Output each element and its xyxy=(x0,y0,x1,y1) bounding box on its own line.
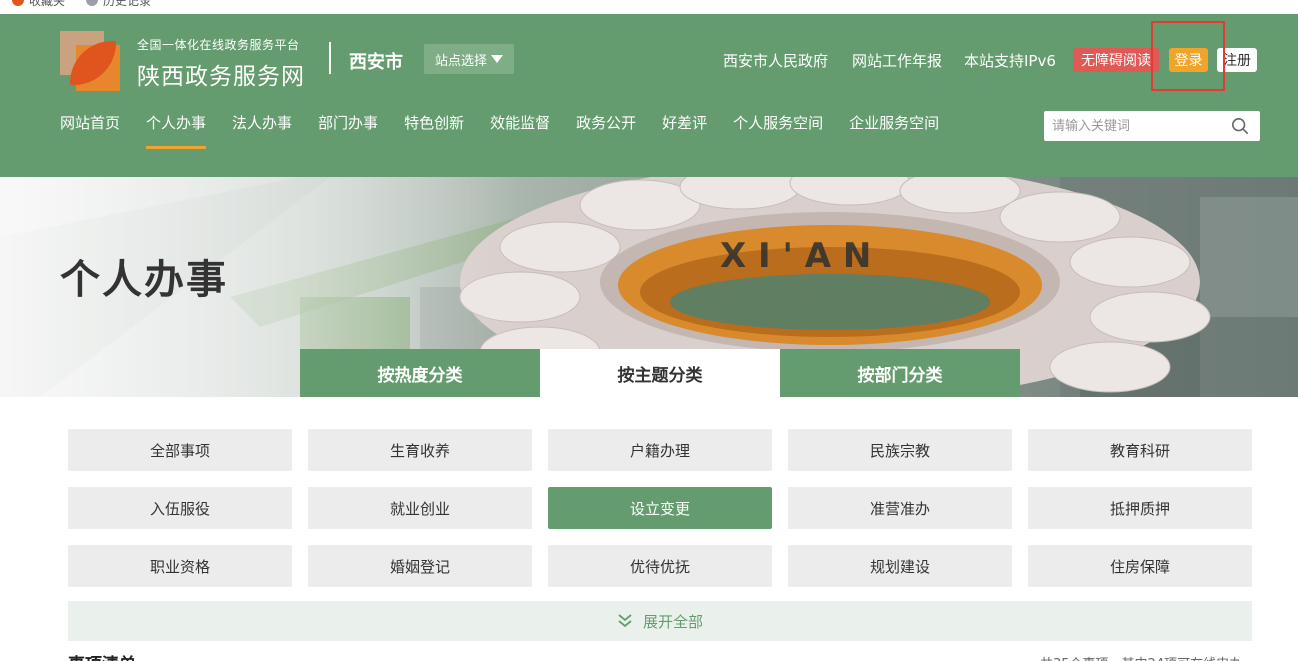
category-birth-adoption[interactable]: 生育收养 xyxy=(308,429,532,471)
accessibility-button[interactable]: 无障碍阅读 xyxy=(1073,48,1159,72)
tab-by-popularity[interactable]: 按热度分类 xyxy=(300,349,540,397)
caret-down-icon xyxy=(491,55,503,63)
favorites-icon xyxy=(12,0,24,6)
platform-subtitle: 全国一体化在线政务服务平台 xyxy=(137,38,300,52)
link-ipv6-support[interactable]: 本站支持IPv6 xyxy=(964,50,1056,71)
category-military-service[interactable]: 入伍服役 xyxy=(68,487,292,529)
search-input[interactable] xyxy=(1044,111,1224,141)
nav-rating[interactable]: 好差评 xyxy=(662,112,707,150)
category-education-research[interactable]: 教育科研 xyxy=(1028,429,1252,471)
login-highlight-box xyxy=(1151,21,1225,91)
category-preferential-care[interactable]: 优待优抚 xyxy=(548,545,772,587)
link-annual-report[interactable]: 网站工作年报 xyxy=(852,50,942,71)
main-nav: 网站首页 个人办事 法人办事 部门办事 特色创新 效能监督 政务公开 好差评 个… xyxy=(60,112,965,152)
site-select-label: 站点选择 xyxy=(434,53,487,69)
nav-enterprise-space[interactable]: 企业服务空间 xyxy=(849,112,939,150)
classification-tabs: 按热度分类 按主题分类 按部门分类 xyxy=(300,349,1020,397)
history-icon xyxy=(86,0,98,6)
tab-by-theme[interactable]: 按主题分类 xyxy=(540,349,780,397)
svg-text:X I ' A N: X I ' A N xyxy=(720,236,871,276)
nav-personal-affairs[interactable]: 个人办事 xyxy=(146,112,207,150)
browser-bookmarks-bar: 收藏夹 历史记录 xyxy=(0,0,1298,14)
category-household-registration[interactable]: 户籍办理 xyxy=(548,429,772,471)
nav-government-disclosure[interactable]: 政务公开 xyxy=(576,112,636,150)
site-select-dropdown[interactable]: 站点选择 xyxy=(424,44,514,74)
bookmark-label: 历史记录 xyxy=(103,0,152,8)
site-logo-icon[interactable] xyxy=(60,31,120,91)
platform-name[interactable]: 陕西政务服务网 xyxy=(137,57,305,91)
expand-all-label: 展开全部 xyxy=(642,612,703,631)
nav-featured-innovation[interactable]: 特色创新 xyxy=(404,112,464,150)
page: 收藏夹 历史记录 全国一体化在线政务服务平台 陕西政务服务网 西安市 站点选择 … xyxy=(0,0,1298,661)
bookmark-favorites[interactable]: 收藏夹 xyxy=(12,0,66,8)
theme-category-grid: 全部事项 生育收养 户籍办理 民族宗教 教育科研 入伍服役 就业创业 设立变更 … xyxy=(68,429,1252,587)
nav-corporate-affairs[interactable]: 法人办事 xyxy=(232,112,292,150)
category-housing-security[interactable]: 住房保障 xyxy=(1028,545,1252,587)
tab-by-department[interactable]: 按部门分类 xyxy=(780,349,1020,397)
category-establishment-change[interactable]: 设立变更 xyxy=(548,487,772,529)
nav-efficiency-supervision[interactable]: 效能监督 xyxy=(490,112,550,150)
double-chevron-down-icon xyxy=(618,614,632,628)
bookmark-history[interactable]: 历史记录 xyxy=(86,0,152,8)
expand-all-button[interactable]: 展开全部 xyxy=(68,601,1252,641)
banner-title: 个人办事 xyxy=(60,257,228,303)
nav-home[interactable]: 网站首页 xyxy=(60,112,120,150)
item-list-count: 共35个事项，其中24项可在线申办 xyxy=(1040,653,1242,661)
category-professional-qualification[interactable]: 职业资格 xyxy=(68,545,292,587)
category-employment-startup[interactable]: 就业创业 xyxy=(308,487,532,529)
item-list-title: 事项清单 xyxy=(68,650,136,661)
current-city: 西安市 xyxy=(349,52,403,73)
category-all-items[interactable]: 全部事项 xyxy=(68,429,292,471)
link-xian-government[interactable]: 西安市人民政府 xyxy=(723,50,828,71)
site-header: 全国一体化在线政务服务平台 陕西政务服务网 西安市 站点选择 西安市人民政府 网… xyxy=(0,14,1298,177)
category-planning-construction[interactable]: 规划建设 xyxy=(788,545,1012,587)
nav-personal-space[interactable]: 个人服务空间 xyxy=(733,112,823,150)
header-divider xyxy=(329,42,331,74)
search-box xyxy=(1044,111,1260,141)
bookmark-label: 收藏夹 xyxy=(29,0,66,8)
category-ethnic-religion[interactable]: 民族宗教 xyxy=(788,429,1012,471)
nav-department-affairs[interactable]: 部门办事 xyxy=(318,112,378,150)
category-business-permits[interactable]: 准营准办 xyxy=(788,487,1012,529)
category-mortgage-pledge[interactable]: 抵押质押 xyxy=(1028,487,1252,529)
search-icon[interactable] xyxy=(1231,117,1249,135)
category-marriage-registration[interactable]: 婚姻登记 xyxy=(308,545,532,587)
